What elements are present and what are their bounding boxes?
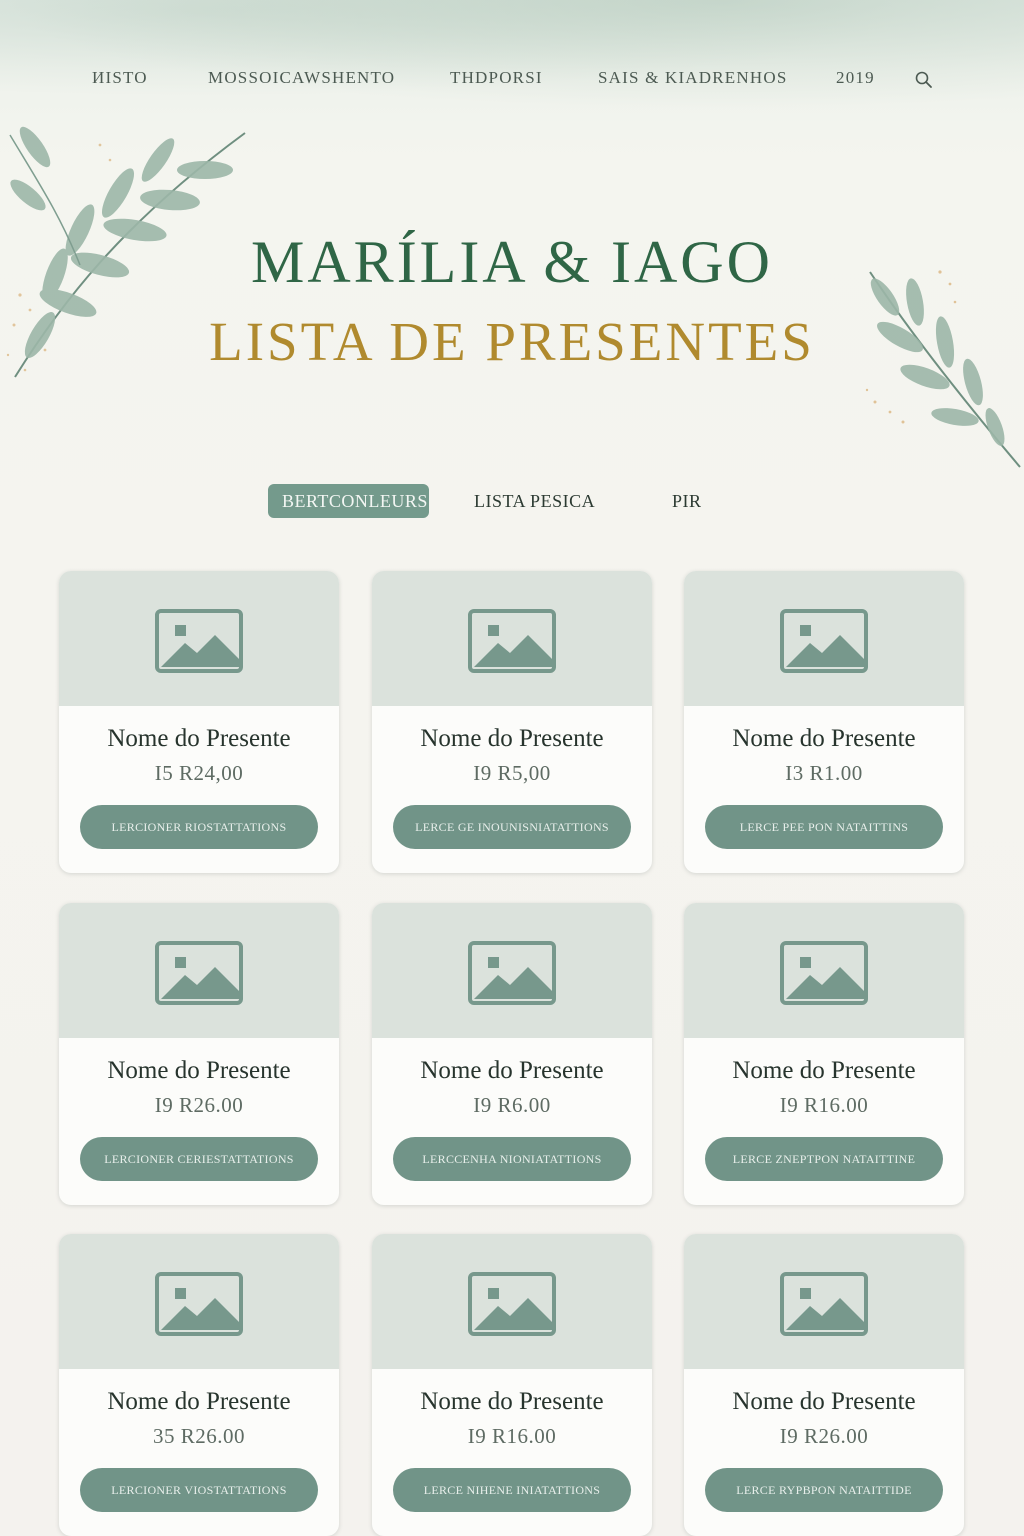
select-gift-button[interactable]: LERCE ZNEPTPON NATAITTINE	[705, 1137, 943, 1181]
tab-1-active[interactable]: BERTCONLEURS	[268, 484, 429, 518]
gift-card: Nome do Presente I9 R6.00 LERCCENHA NION…	[372, 903, 652, 1205]
gift-price: I3 R1.00	[785, 761, 863, 785]
gift-image	[372, 571, 652, 706]
select-gift-button[interactable]: LERCE NIHENE INIATATTIONS	[393, 1468, 631, 1512]
gift-name: Nome do Presente	[420, 1388, 604, 1415]
image-placeholder-icon	[780, 941, 868, 1005]
nav-item-5[interactable]: 2019	[836, 68, 875, 88]
gift-image	[372, 903, 652, 1038]
gift-image	[372, 1234, 652, 1369]
nav-item-3[interactable]: THDPORSI	[450, 68, 543, 88]
gift-image	[684, 1234, 964, 1369]
gift-price: I5 R24,00	[154, 761, 244, 785]
gift-image	[59, 1234, 339, 1369]
gift-price: I9 R5,00	[473, 761, 551, 785]
gift-card: Nome do Presente I9 R16.00 LERCE ZNEPTPO…	[684, 903, 964, 1205]
gift-name: Nome do Presente	[732, 1057, 916, 1084]
gift-price: I9 R26.00	[154, 1093, 244, 1117]
gift-price: I9 R16.00	[779, 1093, 869, 1117]
select-gift-button[interactable]: LERCIONER VIOSTATTATIONS	[80, 1468, 318, 1512]
nav-item-1[interactable]: ИISTO	[92, 68, 148, 88]
gift-card: Nome do Presente I9 R16.00 LERCE NIHENE …	[372, 1234, 652, 1536]
nav-item-2[interactable]: MOSSOICAWSHENTO	[208, 68, 395, 88]
gift-card: Nome do Presente I9 R26.00 LERCIONER CER…	[59, 903, 339, 1205]
gift-image	[59, 903, 339, 1038]
gift-price: 35 R26.00	[152, 1424, 245, 1448]
search-icon[interactable]	[914, 70, 934, 90]
gift-image	[684, 571, 964, 706]
page-title: MARÍLIA & IAGO	[251, 229, 773, 295]
gift-price: I9 R26.00	[779, 1424, 869, 1448]
gift-card: Nome do Presente I9 R26.00 LERCE RYPBPON…	[684, 1234, 964, 1536]
gift-name: Nome do Presente	[107, 1057, 291, 1084]
select-gift-button[interactable]: LERCE RYPBPON NATAITTIDE	[705, 1468, 943, 1512]
gift-image	[684, 903, 964, 1038]
nav-item-4[interactable]: SAIS & KIADRENHOS	[598, 68, 787, 88]
image-placeholder-icon	[155, 609, 243, 673]
tab-3[interactable]: PIR	[672, 484, 702, 518]
gift-image	[59, 571, 339, 706]
gift-name: Nome do Presente	[420, 1057, 604, 1084]
image-placeholder-icon	[468, 1272, 556, 1336]
gift-name: Nome do Presente	[107, 725, 291, 752]
select-gift-button[interactable]: LERCE GE INOUNISNIATATTIONS	[393, 805, 631, 849]
image-placeholder-icon	[780, 1272, 868, 1336]
gift-name: Nome do Presente	[732, 1388, 916, 1415]
gift-card: Nome do Presente I9 R5,00 LERCE GE INOUN…	[372, 571, 652, 873]
image-placeholder-icon	[468, 941, 556, 1005]
top-nav: ИISTO MOSSOICAWSHENTO THDPORSI SAIS & KI…	[0, 68, 1024, 94]
gift-card: Nome do Presente I5 R24,00 LERCIONER RIO…	[59, 571, 339, 873]
gift-name: Nome do Presente	[420, 725, 604, 752]
select-gift-button[interactable]: LERCIONER CERIESTATTATIONS	[80, 1137, 318, 1181]
gift-name: Nome do Presente	[107, 1388, 291, 1415]
gift-card: Nome do Presente I3 R1.00 LERCE PEE PON …	[684, 571, 964, 873]
gift-price: I9 R16.00	[467, 1424, 557, 1448]
gift-card: Nome do Presente 35 R26.00 LERCIONER VIO…	[59, 1234, 339, 1536]
tab-2[interactable]: LISTA PESICA	[474, 484, 595, 518]
gift-name: Nome do Presente	[732, 725, 916, 752]
page-subtitle: LISTA DE PRESENTES	[209, 311, 815, 372]
image-placeholder-icon	[155, 941, 243, 1005]
select-gift-button[interactable]: LERCIONER RIOSTATTATIONS	[80, 805, 318, 849]
gift-price: I9 R6.00	[473, 1093, 551, 1117]
select-gift-button[interactable]: LERCCENHA NIONIATATTIONS	[393, 1137, 631, 1181]
image-placeholder-icon	[155, 1272, 243, 1336]
image-placeholder-icon	[468, 609, 556, 673]
image-placeholder-icon	[780, 609, 868, 673]
select-gift-button[interactable]: LERCE PEE PON NATAITTINS	[705, 805, 943, 849]
